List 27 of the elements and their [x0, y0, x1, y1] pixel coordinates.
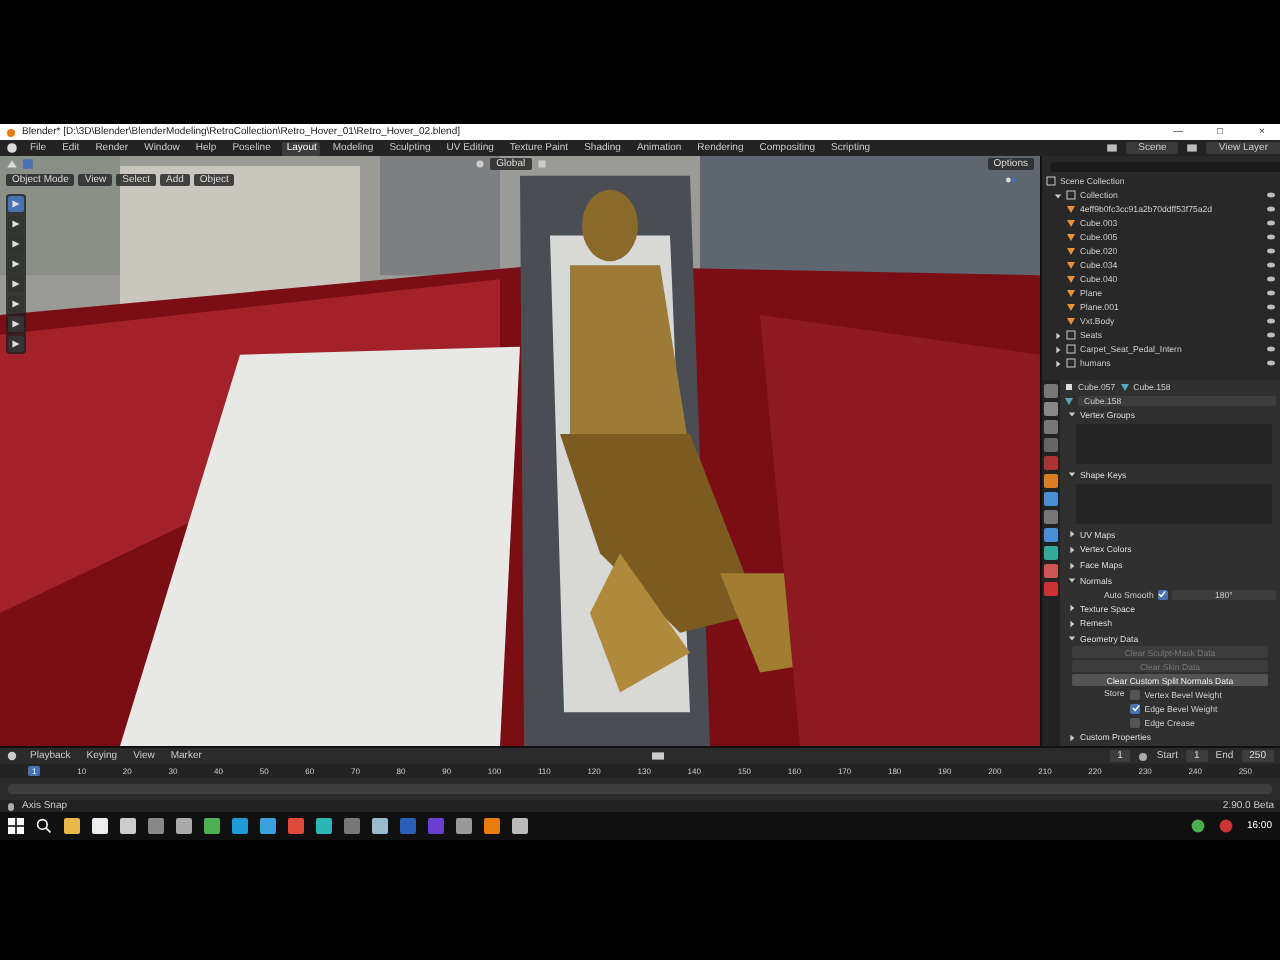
- tool-button[interactable]: [8, 296, 24, 312]
- tool-button[interactable]: [8, 316, 24, 332]
- layers-icon[interactable]: [1186, 142, 1199, 154]
- windows-logo-icon[interactable]: [8, 818, 24, 834]
- scene-icon[interactable]: [1106, 142, 1119, 154]
- checkbox[interactable]: [1130, 703, 1141, 714]
- search-icon[interactable]: [36, 818, 52, 834]
- disclosure-icon[interactable]: [1054, 345, 1062, 353]
- blender-logo-icon[interactable]: [6, 142, 18, 154]
- blender-icon: [6, 127, 16, 137]
- select-box-icon[interactable]: [22, 158, 34, 170]
- tool-button[interactable]: [8, 256, 24, 272]
- object-icon: [1064, 382, 1074, 393]
- editor-type-icon[interactable]: [6, 750, 18, 762]
- disclosure-icon[interactable]: [1054, 331, 1062, 339]
- checkbox[interactable]: [1157, 589, 1168, 600]
- checkbox[interactable]: [1130, 717, 1141, 728]
- tool-button[interactable]: [8, 216, 24, 232]
- disclosure-icon[interactable]: [1054, 191, 1062, 199]
- disclosure-icon[interactable]: [1054, 359, 1062, 367]
- mouse-icon: [6, 801, 16, 811]
- tool-button[interactable]: [8, 196, 24, 212]
- checkbox[interactable]: [1130, 689, 1141, 700]
- tool-button[interactable]: [8, 336, 24, 352]
- tool-button[interactable]: [8, 276, 24, 292]
- triangle-icon: [1119, 382, 1130, 393]
- triangle-icon: [1064, 395, 1074, 406]
